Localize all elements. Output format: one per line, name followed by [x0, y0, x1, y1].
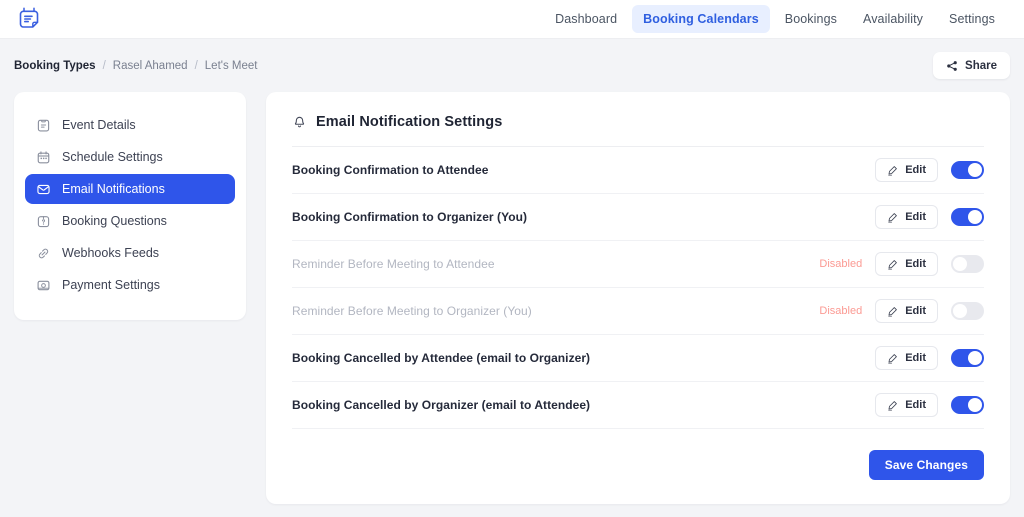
bell-icon [292, 115, 307, 130]
note-calendar-logo-icon [16, 6, 42, 32]
sidebar-item-email-notifications[interactable]: Email Notifications [25, 174, 235, 204]
sidebar-item-label: Webhooks Feeds [62, 246, 159, 260]
main-nav: Dashboard Booking Calendars Bookings Ava… [544, 5, 1010, 33]
row-controls: Edit [875, 346, 984, 370]
question-badge-icon [36, 214, 51, 229]
sidebar-item-event-details[interactable]: Event Details [25, 110, 235, 140]
edit-button[interactable]: Edit [875, 205, 938, 229]
notification-label: Booking Cancelled by Organizer (email to… [292, 398, 590, 412]
panel-header: Email Notification Settings [292, 114, 984, 147]
breadcrumb-item-event[interactable]: Let's Meet [205, 60, 258, 72]
page-title: Email Notification Settings [316, 114, 502, 130]
toggle-knob [968, 351, 982, 365]
row-controls: Edit [875, 393, 984, 417]
pencil-icon [887, 165, 898, 176]
pencil-icon [887, 212, 898, 223]
row-controls: Disabled Edit [819, 299, 984, 323]
table-row: Reminder Before Meeting to Organizer (Yo… [292, 288, 984, 335]
top-navigation-bar: Dashboard Booking Calendars Bookings Ava… [0, 0, 1024, 39]
edit-button-label: Edit [905, 352, 926, 364]
notification-label: Booking Confirmation to Organizer (You) [292, 210, 527, 224]
notification-toggle[interactable] [951, 302, 984, 320]
sidebar-item-schedule-settings[interactable]: Schedule Settings [25, 142, 235, 172]
breadcrumb-separator-1: / [103, 60, 106, 72]
toggle-knob [953, 257, 967, 271]
row-controls: Disabled Edit [819, 252, 984, 276]
envelope-icon [36, 182, 51, 197]
row-controls: Edit [875, 205, 984, 229]
sidebar-item-webhooks-feeds[interactable]: Webhooks Feeds [25, 238, 235, 268]
table-row: Booking Confirmation to Organizer (You) … [292, 194, 984, 241]
share-button-label: Share [965, 60, 997, 72]
nav-item-bookings[interactable]: Bookings [774, 5, 848, 33]
breadcrumb-separator-2: / [195, 60, 198, 72]
sidebar-item-label: Schedule Settings [62, 150, 163, 164]
toggle-knob [968, 163, 982, 177]
toggle-knob [968, 398, 982, 412]
sidebar-item-label: Event Details [62, 118, 136, 132]
save-changes-button[interactable]: Save Changes [869, 450, 984, 480]
sidebar-item-label: Payment Settings [62, 278, 160, 292]
status-badge: Disabled [819, 305, 862, 317]
sidebar-item-label: Email Notifications [62, 182, 165, 196]
clipboard-icon [36, 118, 51, 133]
sidebar-item-booking-questions[interactable]: Booking Questions [25, 206, 235, 236]
share-icon [946, 60, 958, 72]
nav-item-settings[interactable]: Settings [938, 5, 1006, 33]
toggle-knob [968, 210, 982, 224]
notification-label: Reminder Before Meeting to Attendee [292, 257, 495, 271]
table-row: Booking Cancelled by Organizer (email to… [292, 382, 984, 429]
email-notification-settings-panel: Email Notification Settings Booking Conf… [266, 92, 1010, 504]
payment-card-icon [36, 278, 51, 293]
link-icon [36, 246, 51, 261]
settings-sidebar: Event Details Schedule Settings Email No… [14, 92, 246, 320]
edit-button-label: Edit [905, 211, 926, 223]
edit-button[interactable]: Edit [875, 158, 938, 182]
edit-button-label: Edit [905, 399, 926, 411]
edit-button-label: Edit [905, 164, 926, 176]
toggle-knob [953, 304, 967, 318]
breadcrumb-item-owner[interactable]: Rasel Ahamed [113, 60, 188, 72]
breadcrumb-root[interactable]: Booking Types [14, 60, 96, 72]
table-row: Booking Cancelled by Attendee (email to … [292, 335, 984, 382]
notification-toggle[interactable] [951, 161, 984, 179]
sidebar-item-payment-settings[interactable]: Payment Settings [25, 270, 235, 300]
pencil-icon [887, 306, 898, 317]
table-row: Reminder Before Meeting to Attendee Disa… [292, 241, 984, 288]
edit-button[interactable]: Edit [875, 299, 938, 323]
pencil-icon [887, 353, 898, 364]
page-body: Event Details Schedule Settings Email No… [0, 92, 1024, 504]
breadcrumb-bar: Booking Types / Rasel Ahamed / Let's Mee… [0, 39, 1024, 92]
status-badge: Disabled [819, 258, 862, 270]
nav-item-dashboard[interactable]: Dashboard [544, 5, 628, 33]
row-controls: Edit [875, 158, 984, 182]
app-logo[interactable] [14, 4, 44, 34]
pencil-icon [887, 259, 898, 270]
notification-toggle[interactable] [951, 349, 984, 367]
edit-button[interactable]: Edit [875, 346, 938, 370]
nav-item-booking-calendars[interactable]: Booking Calendars [632, 5, 770, 33]
panel-footer: Save Changes [292, 429, 984, 480]
edit-button-label: Edit [905, 258, 926, 270]
calendar-icon [36, 150, 51, 165]
notification-label: Reminder Before Meeting to Organizer (Yo… [292, 304, 532, 318]
breadcrumb: Booking Types / Rasel Ahamed / Let's Mee… [14, 60, 257, 72]
edit-button[interactable]: Edit [875, 393, 938, 417]
share-button[interactable]: Share [933, 52, 1010, 79]
sidebar-item-label: Booking Questions [62, 214, 167, 228]
edit-button-label: Edit [905, 305, 926, 317]
notification-toggle[interactable] [951, 255, 984, 273]
notification-toggle[interactable] [951, 208, 984, 226]
table-row: Booking Confirmation to Attendee Edit [292, 147, 984, 194]
pencil-icon [887, 400, 898, 411]
edit-button[interactable]: Edit [875, 252, 938, 276]
nav-item-availability[interactable]: Availability [852, 5, 934, 33]
notification-label: Booking Confirmation to Attendee [292, 163, 488, 177]
notification-toggle[interactable] [951, 396, 984, 414]
notification-label: Booking Cancelled by Attendee (email to … [292, 351, 590, 365]
